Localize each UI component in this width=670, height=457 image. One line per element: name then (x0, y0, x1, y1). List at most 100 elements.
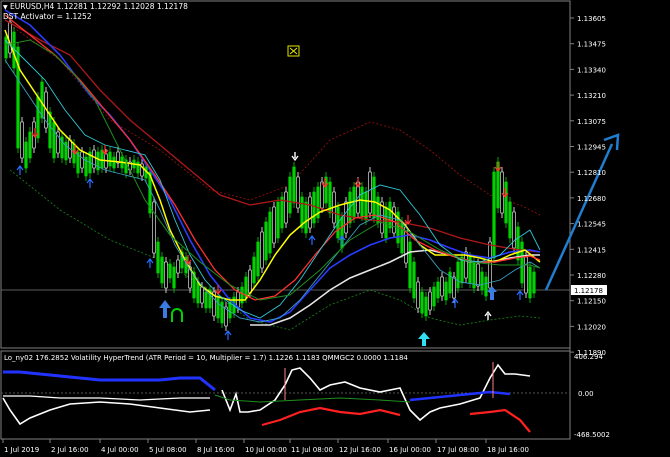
white-baseline-segment (3, 395, 210, 401)
candle-body (40, 81, 44, 119)
price-tick-label: 1.13340 (577, 66, 606, 74)
price-tick-label: 1.12680 (577, 195, 606, 203)
candle-body (100, 149, 104, 169)
time-axis: 1 Jul 2019 2 Jul 16:00 4 Jul 00:00 5 Jul 08… (2, 439, 529, 454)
cyan-up-arrow-icon (418, 332, 430, 346)
buy-arrow-icon (308, 235, 316, 245)
yellow-x-icon (289, 47, 298, 55)
candle-body (512, 211, 516, 249)
price-tick-label: 1.13475 (577, 41, 606, 49)
candle-body (112, 156, 116, 169)
sub-axis-bottom: -468.5002 (574, 431, 610, 439)
candle-body (256, 241, 260, 277)
buy-arrow-icon (224, 330, 232, 340)
time-tick-label: 5 Jul 08:00 (149, 446, 187, 454)
candle-body (520, 241, 524, 284)
time-tick-label: 8 Jul 16:00 (197, 446, 235, 454)
signal-markers (16, 45, 524, 346)
red-histogram-line (261, 406, 401, 427)
candle-body (344, 201, 348, 234)
candle-body (152, 201, 156, 254)
candle-body (248, 269, 252, 294)
candle-body (172, 266, 176, 289)
candle-body (516, 226, 520, 261)
sell-arrow-icon (494, 162, 502, 172)
candle-body (488, 241, 492, 289)
candle-body (36, 96, 40, 139)
projection-arrow-icon (544, 133, 620, 291)
candle-body (284, 191, 288, 224)
white-down-arrow-icon (291, 152, 299, 162)
time-tick-label: 2 Jul 16:00 (51, 446, 89, 454)
candle-body (528, 266, 532, 299)
time-tick-label: 16 Jul 00:00 (389, 446, 431, 454)
dropdown-triangle-icon[interactable]: ▼ (3, 4, 8, 11)
candle-body (268, 211, 272, 254)
price-tick-label: 1.12545 (577, 221, 606, 229)
candle-body (304, 201, 308, 234)
white-oscillator-left (2, 397, 211, 426)
price-tick-label: 1.12150 (577, 298, 606, 306)
candle-body (360, 186, 364, 217)
candle-body (176, 259, 180, 274)
candle-body (384, 206, 388, 239)
candle-body (164, 261, 168, 289)
candle-body (460, 256, 464, 284)
candle-body (160, 256, 164, 284)
candle-body (80, 151, 84, 169)
candle-body (24, 141, 28, 169)
candle-body (200, 286, 204, 304)
candle-body (220, 301, 224, 324)
price-tick-label: 1.12020 (577, 323, 606, 331)
candle-body (20, 121, 24, 159)
buy-arrow-icon (16, 165, 24, 175)
candle-body (456, 261, 460, 289)
candle-body (308, 196, 312, 229)
sub-axis-top: 406.294 (574, 353, 603, 361)
candle-body (440, 276, 444, 297)
candle-body (168, 263, 172, 279)
sub-axis-zero: 0.00 (578, 390, 594, 398)
buy-arrow-icon (338, 235, 346, 245)
candle-body (196, 281, 200, 304)
candle-body (376, 196, 380, 224)
indicator-label: Lo_ny02 176.2852 Volatility HyperTrend (… (4, 354, 408, 362)
price-tick-label: 1.12945 (577, 144, 606, 152)
candle-body (388, 201, 392, 229)
price-tick-label: 1.12415 (577, 246, 606, 254)
candle-body (476, 263, 480, 287)
white-up-arrow-icon (484, 310, 492, 320)
price-tick-label: 1.13075 (577, 118, 606, 126)
candle-body (264, 221, 268, 261)
candle-body (156, 241, 160, 274)
candle-body (368, 171, 372, 214)
candle-body (292, 166, 296, 204)
sell-arrow-icon (354, 178, 362, 188)
price-tick-label: 1.13605 (577, 15, 606, 23)
candle-body (432, 286, 436, 307)
buy-arrow-icon (146, 258, 154, 268)
candle-body (392, 206, 396, 234)
candlesticks (4, 17, 536, 331)
candle-body (288, 176, 292, 214)
candle-body (480, 271, 484, 291)
chart-canvas: 1.13605 1.13475 1.13340 1.13210 1.13075 1.129… (0, 0, 620, 454)
candle-body (508, 201, 512, 239)
time-tick-label: 18 Jul 16:00 (487, 446, 529, 454)
price-tick-label: 1.12810 (577, 169, 606, 177)
buy-arrow-icon (451, 298, 459, 308)
buy-arrow-icon (86, 178, 94, 188)
cyan-band-lower (4, 59, 541, 323)
candle-body (312, 191, 316, 224)
time-tick-label: 12 Jul 16:00 (339, 446, 381, 454)
indicator-header: DST Activator = 1.1252 (3, 12, 92, 21)
blue-histogram-line (3, 370, 216, 392)
time-tick-label: 10 Jul 00:00 (245, 446, 287, 454)
candle-body (444, 281, 448, 301)
candle-body (204, 291, 208, 309)
candle-body (280, 196, 284, 229)
time-tick-label: 17 Jul 08:00 (437, 446, 479, 454)
candle-body (252, 256, 256, 284)
candle-body (136, 161, 140, 174)
price-tick-label: 1.13210 (577, 92, 606, 100)
